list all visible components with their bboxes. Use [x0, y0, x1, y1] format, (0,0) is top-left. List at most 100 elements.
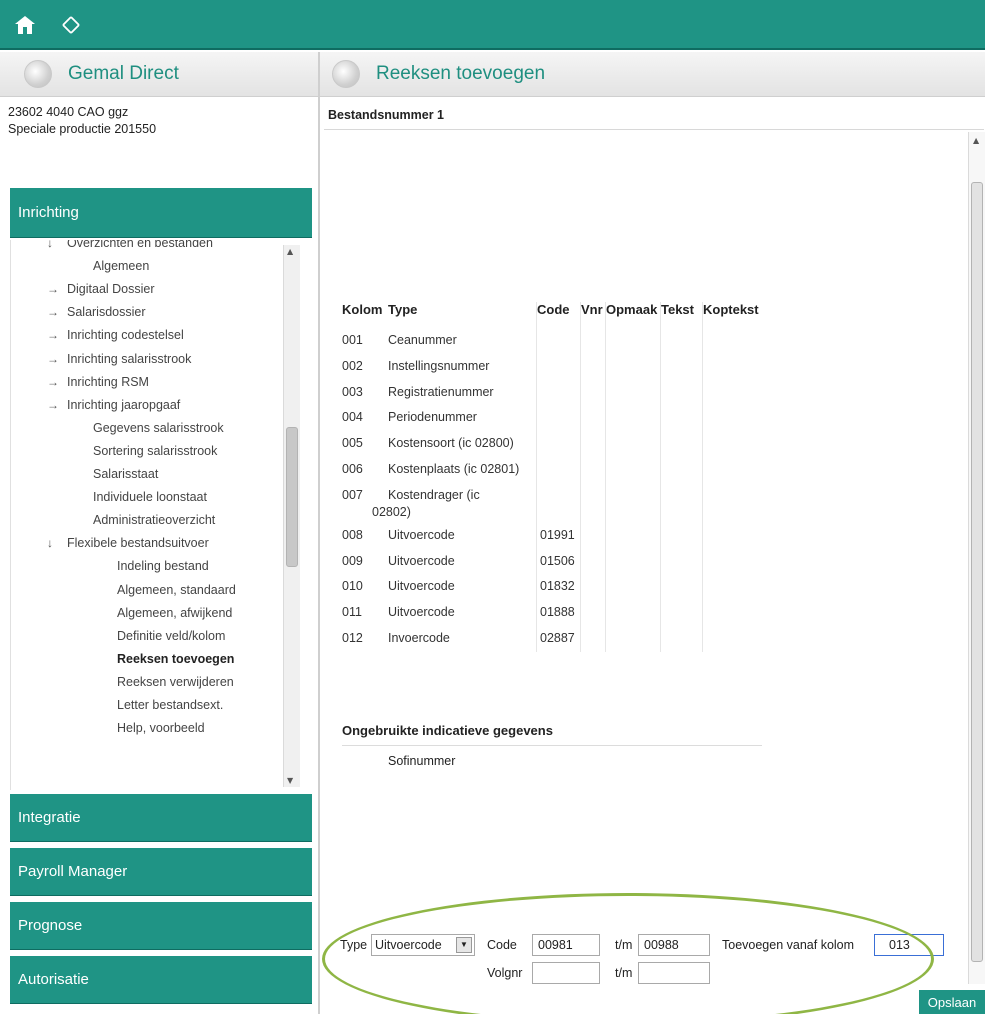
tree-item[interactable]: → Salarisdossier: [47, 301, 146, 323]
tree-item-label: Letter bestandsext.: [117, 698, 224, 712]
table-row[interactable]: 011 Uitvoercode 01888: [342, 602, 762, 626]
scroll-up-icon[interactable]: ▲: [287, 247, 293, 256]
arrow-right-icon[interactable]: →: [47, 328, 67, 342]
code-to-input[interactable]: 00988: [638, 934, 710, 956]
tree-item[interactable]: Indeling bestand: [117, 555, 209, 577]
page-logo-icon: [332, 60, 360, 88]
cell-type: Instellingsnummer: [388, 358, 490, 373]
column-header: Opmaak: [606, 302, 658, 317]
scroll-down-icon[interactable]: ▼: [287, 776, 293, 785]
table-row[interactable]: 006 Kostenplaats (ic 02801): [342, 459, 762, 483]
tree-scrollbar[interactable]: ▲ ▼: [283, 245, 300, 787]
section-integratie[interactable]: Integratie: [10, 794, 312, 842]
code-tm-label: t/m: [615, 938, 633, 952]
file-number-bar: Bestandsnummer 1: [324, 100, 984, 130]
tree-item[interactable]: Algemeen, standaard: [117, 579, 236, 601]
section-autorisatie[interactable]: Autorisatie: [10, 956, 312, 1004]
arrow-down-icon[interactable]: ↓: [47, 536, 67, 550]
tree-item[interactable]: Reeksen toevoegen: [117, 648, 234, 670]
main-scroll-thumb[interactable]: [971, 182, 983, 962]
column-header: Kolom: [342, 302, 383, 317]
home-icon[interactable]: [10, 10, 40, 40]
table-row[interactable]: 005 Kostensoort (ic 02800): [342, 433, 762, 457]
section-prognose[interactable]: Prognose: [10, 902, 312, 950]
cell-kolom: 008: [342, 527, 363, 542]
tree-item[interactable]: Reeksen verwijderen: [117, 671, 234, 693]
tree-item-label: Flexibele bestandsuitvoer: [67, 536, 209, 551]
tree-item[interactable]: Individuele loonstaat: [93, 486, 207, 508]
table-row[interactable]: 009 Uitvoercode 01506: [342, 551, 762, 575]
tree-item[interactable]: → Digitaal Dossier: [47, 278, 155, 300]
table-row[interactable]: 008 Uitvoercode 01991: [342, 525, 762, 549]
table-row[interactable]: 002 Instellingsnummer: [342, 356, 762, 380]
section-autorisatie-label: Autorisatie: [18, 971, 89, 988]
cell-type: Periodenummer: [388, 410, 477, 425]
cell-type: 02802): [372, 504, 411, 519]
navigation-tree: ↓ Overzichten en bestanden Algemeen → Digita…: [10, 240, 302, 790]
arrow-right-icon[interactable]: →: [47, 398, 67, 412]
tree-item[interactable]: Administratieoverzicht: [93, 509, 215, 531]
tree-item[interactable]: ↓ Flexibele bestandsuitvoer: [47, 532, 209, 554]
tree-item-label: Inrichting jaaropgaaf: [67, 397, 181, 412]
employer-info: 23602 4040 CAO ggz Speciale productie 20…: [8, 104, 156, 138]
arrow-down-icon[interactable]: ↓: [47, 240, 67, 250]
tree-item-label: Algemeen, standaard: [117, 582, 236, 597]
sync-icon[interactable]: [56, 10, 86, 40]
cell-kolom: 012: [342, 631, 363, 645]
employer-line2: Speciale productie 201550: [8, 122, 157, 136]
volgnr-label: Volgnr: [487, 966, 523, 980]
tree-item[interactable]: → Inrichting codestelsel: [47, 324, 184, 346]
tree-item[interactable]: Help, voorbeeld: [117, 717, 205, 739]
from-col-label: Toevoegen vanaf kolom: [722, 938, 855, 952]
arrow-right-icon[interactable]: →: [47, 352, 67, 366]
tree-item[interactable]: → Inrichting RSM: [47, 371, 149, 393]
tree-item[interactable]: Definitie veld/kolom: [117, 625, 225, 647]
cell-type: Uitvoercode: [388, 605, 455, 620]
tree-item-label: Definitie veld/kolom: [117, 628, 226, 643]
top-bar: [0, 0, 985, 50]
unused-item[interactable]: Sofinummer: [388, 754, 455, 768]
arrow-right-icon[interactable]: →: [47, 282, 67, 296]
type-select[interactable]: Uitvoercode ▼: [371, 934, 475, 956]
from-col-input[interactable]: 013: [874, 934, 944, 956]
tree-item[interactable]: Algemeen, afwijkend: [117, 602, 232, 624]
tree-item-label: Indeling bestand: [117, 559, 209, 574]
table-row[interactable]: 004 Periodenummer: [342, 407, 762, 431]
cell-kolom: 003: [342, 384, 363, 399]
tree-item[interactable]: ↓ Overzichten en bestanden: [47, 240, 213, 254]
tree-scroll-thumb[interactable]: [286, 427, 298, 567]
table-row[interactable]: 010 Uitvoercode 01832: [342, 576, 762, 600]
tree-item[interactable]: Sortering salarisstrook: [93, 440, 217, 462]
tree-item-label: Digitaal Dossier: [67, 282, 155, 297]
table-row[interactable]: 001 Ceanummer: [342, 330, 762, 354]
volgnr-tm-label: t/m: [615, 966, 633, 980]
volgnr-to-input[interactable]: [638, 962, 710, 984]
chevron-down-icon[interactable]: ▼: [456, 937, 472, 953]
tree-item-label: Administratieoverzicht: [93, 513, 216, 528]
cell-code: 01888: [540, 605, 575, 620]
tree-item[interactable]: Salarisstaat: [93, 463, 158, 485]
tree-item[interactable]: Letter bestandsext.: [117, 694, 223, 716]
arrow-right-icon[interactable]: →: [47, 305, 67, 319]
column-header: Tekst: [661, 302, 694, 317]
section-payroll-manager[interactable]: Payroll Manager: [10, 848, 312, 896]
code-from-input[interactable]: 00981: [532, 934, 600, 956]
tree-item-label: Help, voorbeeld: [117, 721, 205, 736]
cell-kolom: 002: [342, 358, 363, 373]
employer-line1: 23602 4040 CAO ggz: [8, 105, 129, 119]
arrow-right-icon[interactable]: →: [47, 375, 67, 389]
table-row[interactable]: 003 Registratienummer: [342, 382, 762, 406]
tree-item[interactable]: → Inrichting jaaropgaaf: [47, 394, 180, 416]
main-scroll-up-icon[interactable]: ▲: [973, 136, 979, 145]
tree-item[interactable]: → Inrichting salarisstrook: [47, 348, 191, 370]
save-button[interactable]: Opslaan: [919, 990, 985, 1014]
table-row[interactable]: 007 Kostendrager (ic 02802): [342, 485, 762, 519]
volgnr-from-input[interactable]: [532, 962, 600, 984]
section-inrichting[interactable]: Inrichting: [10, 188, 312, 238]
cell-kolom: 005: [342, 436, 363, 451]
table-row[interactable]: 012 Invoercode 02887: [342, 628, 762, 652]
tree-item[interactable]: Gegevens salarisstrook: [93, 417, 224, 439]
tree-item[interactable]: Algemeen: [93, 255, 149, 277]
main-scrollbar[interactable]: ▲: [968, 132, 985, 984]
cell-kolom: 010: [342, 579, 363, 594]
